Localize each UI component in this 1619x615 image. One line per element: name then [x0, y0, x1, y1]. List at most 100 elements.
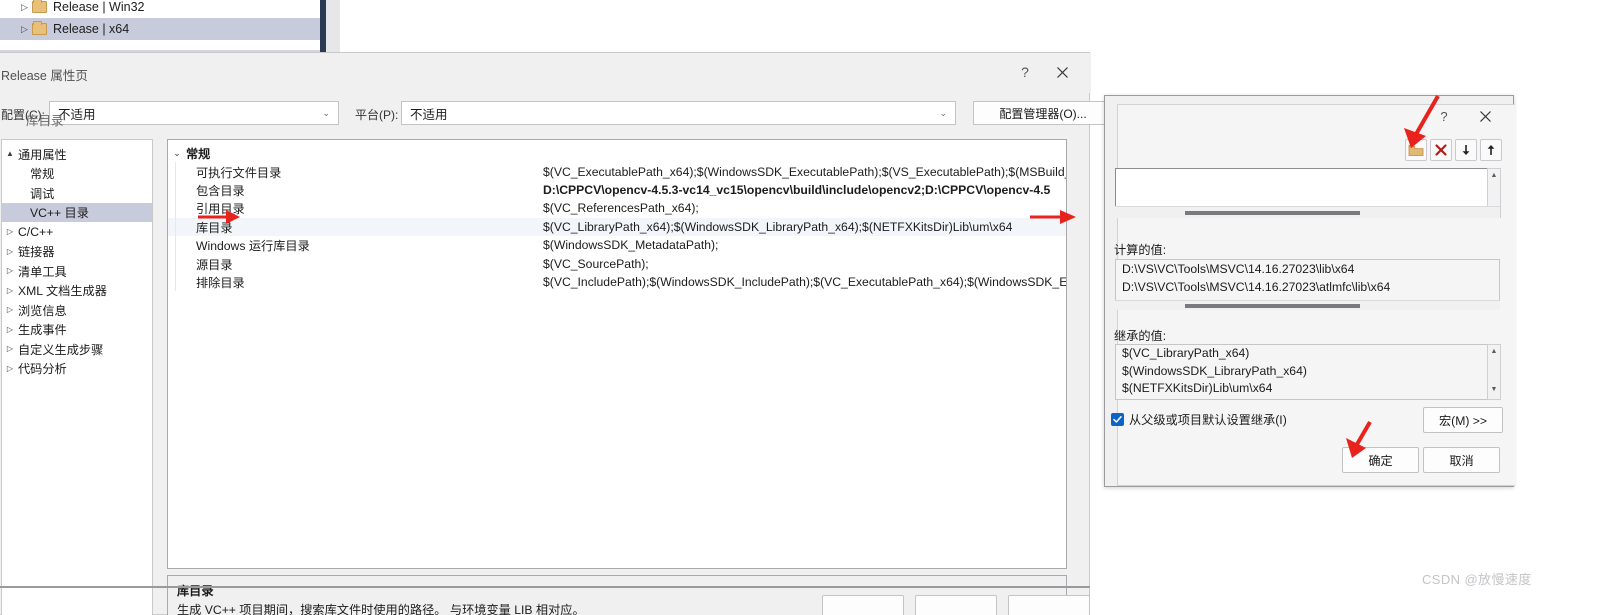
grid-row-executable-directories[interactable]: 可执行文件目录 $(VC_ExecutablePath_x64);$(Windo…	[168, 162, 1066, 181]
scrollbar-thumb[interactable]	[1185, 211, 1360, 215]
tree-item-custom-build-step[interactable]: ▷ 自定义生成步骤	[2, 339, 152, 359]
tree-item-c-cpp[interactable]: ▷ C/C++	[2, 222, 152, 242]
grid-row-reference-directories[interactable]: 引用目录 $(VC_ReferencesPath_x64);	[168, 199, 1066, 218]
help-icon[interactable]: ?	[1432, 105, 1456, 127]
background-area	[340, 0, 1619, 52]
expand-caret-icon[interactable]: ▷	[2, 344, 18, 353]
scroll-up-icon[interactable]: ▲	[1488, 169, 1500, 181]
tree-item-general[interactable]: 常规	[2, 164, 152, 184]
tree-item-linker[interactable]: ▷ 链接器	[2, 242, 152, 262]
scroll-up-icon[interactable]: ▲	[1488, 345, 1500, 357]
folder-icon	[32, 21, 47, 35]
configuration-select[interactable]: 不适用 ⌄	[49, 101, 339, 125]
grid-category-general[interactable]: ⌄ 常规	[168, 144, 1066, 163]
chevron-down-icon: ⌄	[322, 107, 330, 118]
watermark: CSDN @放慢速度	[1422, 572, 1532, 587]
expand-caret-icon[interactable]: ▷	[2, 266, 18, 275]
cancel-button[interactable]	[915, 595, 997, 615]
grid-row-source-directories[interactable]: 源目录 $(VC_SourcePath);	[168, 254, 1066, 273]
footer-divider	[0, 586, 1090, 588]
help-icon[interactable]: ?	[1011, 59, 1039, 85]
grid-row-name: 库目录	[196, 220, 233, 235]
expand-caret-icon[interactable]: ▷	[2, 364, 18, 373]
inherited-list-scrollbar[interactable]: ▲ ▼	[1487, 344, 1501, 400]
platform-select[interactable]: 不适用 ⌄	[401, 101, 956, 125]
platform-label: 平台(P):	[355, 108, 399, 122]
ok-button[interactable]	[822, 595, 904, 615]
new-folder-icon[interactable]	[1405, 139, 1427, 161]
property-grid[interactable]: ⌄ 常规 可执行文件目录 $(VC_ExecutablePath_x64);$(…	[167, 139, 1067, 569]
tree-item-common-properties[interactable]: ▲ 通用属性	[2, 144, 152, 164]
inherit-checkbox-row[interactable]: 从父级或项目默认设置继承(I)	[1111, 410, 1287, 428]
expand-caret-icon[interactable]: ▷	[18, 24, 31, 35]
tree-item-xml-doc-generator[interactable]: ▷ XML 文档生成器	[2, 281, 152, 301]
ok-button[interactable]: 确定	[1342, 447, 1419, 473]
arrow-down-icon[interactable]	[1455, 139, 1477, 161]
close-icon[interactable]	[1048, 59, 1076, 85]
configuration-manager-button[interactable]: 配置管理器(O)...	[973, 101, 1113, 125]
tree-item-label: 调试	[30, 186, 55, 201]
directory-list-hscrollbar[interactable]	[1115, 206, 1500, 218]
inherited-value-label: 继承的值:	[1114, 329, 1167, 343]
grid-row-value: $(VC_LibraryPath_x64);$(WindowsSDK_Libra…	[543, 219, 1013, 234]
close-icon[interactable]	[1472, 105, 1498, 127]
expand-caret-icon[interactable]: ▷	[18, 2, 31, 13]
column-divider	[175, 199, 176, 218]
inherited-value-list[interactable]: $(VC_LibraryPath_x64) $(WindowsSDK_Libra…	[1115, 344, 1500, 400]
evaluated-value-item: D:\VS\VC\Tools\MSVC\14.16.27023\lib\x64	[1122, 262, 1355, 276]
grid-row-include-directories[interactable]: 包含目录 D:\CPPCV\opencv-4.5.3-vc14_vc15\ope…	[168, 180, 1066, 200]
expand-caret-icon[interactable]: ▷	[2, 305, 18, 314]
expand-caret-icon[interactable]: ▷	[2, 247, 18, 256]
tree-item-label: VC++ 目录	[30, 206, 89, 221]
inherited-value-item: $(VC_LibraryPath_x64)	[1122, 346, 1250, 360]
collapse-caret-icon[interactable]: ⌄	[168, 148, 186, 159]
tree-item-vcpp-directories[interactable]: VC++ 目录	[2, 202, 152, 222]
arrow-up-icon[interactable]	[1480, 139, 1502, 161]
panel-edge	[326, 0, 340, 52]
tree-item-label: 链接器	[18, 245, 55, 260]
column-divider	[175, 180, 176, 200]
expand-caret-icon[interactable]: ▷	[2, 286, 18, 295]
property-pages-window: Release 属性页 配置(C): 不适用 ⌄ 平台(P): 不适用 ⌄ 配置…	[0, 52, 1113, 615]
grid-row-name: Windows 运行库目录	[196, 239, 310, 254]
scrollbar-thumb[interactable]	[1185, 304, 1360, 308]
tree-item-build-events[interactable]: ▷ 生成事件	[2, 320, 152, 340]
property-pages-titlebar: Release 属性页	[0, 53, 1091, 93]
column-divider	[175, 235, 176, 255]
grid-row-value: $(VC_ReferencesPath_x64);	[543, 201, 699, 216]
tree-item-label: 浏览信息	[18, 303, 67, 318]
macros-button[interactable]: 宏(M) >>	[1423, 407, 1503, 433]
tree-item-debug[interactable]: 调试	[2, 183, 152, 203]
tree-item-manifest-tool[interactable]: ▷ 清单工具	[2, 261, 152, 281]
solution-item-release-x64[interactable]: ▷ Release | x64	[0, 18, 320, 40]
solution-item-label: Release | x64	[53, 22, 130, 36]
chevron-down-icon: ⌄	[939, 107, 947, 118]
grid-row-library-directories[interactable]: 库目录 $(VC_LibraryPath_x64);$(WindowsSDK_L…	[168, 217, 1066, 236]
platform-value: 不适用	[410, 107, 448, 122]
delete-icon[interactable]	[1430, 139, 1452, 161]
grid-row-name: 源目录	[196, 257, 233, 272]
cancel-button[interactable]: 取消	[1423, 447, 1500, 473]
tree-item-label: 代码分析	[18, 362, 67, 377]
evaluated-value-label: 计算的值:	[1114, 243, 1167, 257]
solution-item-release-win32[interactable]: ▷ Release | Win32	[0, 0, 320, 18]
expand-caret-icon[interactable]: ▷	[2, 227, 18, 236]
property-tree[interactable]: ▲ 通用属性 常规 调试 VC++ 目录 ▷ C/C++ ▷ 链接器 ▷ 清单工…	[1, 139, 153, 615]
description-text: 生成 VC++ 项目期间，搜索库文件时使用的路径。 与环境变量 LIB 相对应。	[177, 603, 585, 615]
evaluated-hscrollbar[interactable]	[1115, 300, 1500, 310]
tree-item-label: 自定义生成步骤	[18, 342, 104, 357]
expand-caret-icon[interactable]: ▷	[2, 325, 18, 334]
scroll-down-icon[interactable]: ▼	[1488, 383, 1500, 395]
apply-button[interactable]	[1008, 595, 1090, 615]
grid-row-exclude-directories[interactable]: 排除目录 $(VC_IncludePath);$(WindowsSDK_Incl…	[168, 272, 1066, 292]
grid-row-name: 排除目录	[196, 275, 245, 290]
tree-item-code-analysis[interactable]: ▷ 代码分析	[2, 359, 152, 379]
tree-item-browse-information[interactable]: ▷ 浏览信息	[2, 300, 152, 320]
collapse-caret-icon[interactable]: ▲	[2, 149, 18, 158]
tree-item-label: 生成事件	[18, 323, 67, 338]
checkbox-checked-icon[interactable]	[1111, 412, 1124, 426]
grid-row-name: 引用目录	[196, 202, 245, 217]
grid-row-windows-runtime-directories[interactable]: Windows 运行库目录 $(WindowsSDK_MetadataPath)…	[168, 235, 1066, 255]
folder-icon	[32, 0, 47, 13]
tree-item-label: C/C++	[18, 224, 54, 239]
